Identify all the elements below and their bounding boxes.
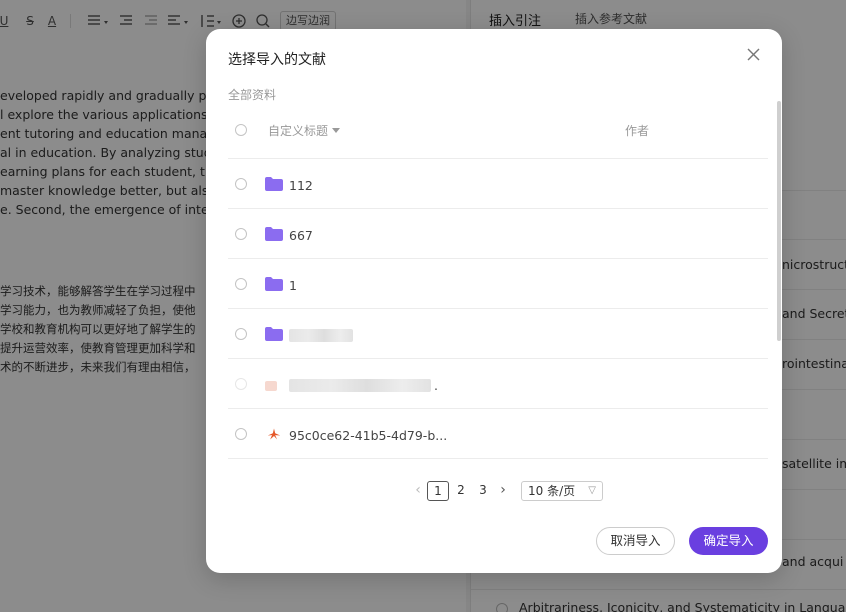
list-item[interactable] <box>228 309 768 359</box>
select-all-radio[interactable] <box>235 124 247 136</box>
redacted-name <box>289 379 431 392</box>
item-name: 112 <box>289 178 313 193</box>
list-item[interactable]: 667 <box>228 209 768 259</box>
item-name: . <box>434 378 438 393</box>
item-name: 1 <box>289 278 297 293</box>
cancel-import-button[interactable]: 取消导入 <box>596 527 675 555</box>
list-scrollbar[interactable] <box>777 101 781 341</box>
list-header: 自定义标题 作者 <box>228 109 768 159</box>
column-author: 作者 <box>625 124 650 138</box>
page-size-select[interactable]: 10 条/页 ▽ <box>521 481 603 501</box>
prev-page-icon[interactable]: ‹ <box>411 481 425 501</box>
item-name: 667 <box>289 228 313 243</box>
close-icon[interactable] <box>742 43 766 67</box>
folder-icon <box>265 177 283 191</box>
row-radio[interactable] <box>235 378 247 390</box>
page-3[interactable]: 3 <box>476 481 490 501</box>
row-radio[interactable] <box>235 278 247 290</box>
page-size-value: 10 条/页 <box>528 484 576 498</box>
folder-icon <box>265 327 283 341</box>
row-radio[interactable] <box>235 328 247 340</box>
import-references-dialog: 选择导入的文献 全部资料 自定义标题 作者 112 667 1 . 95c0ce… <box>206 29 782 573</box>
close-button[interactable] <box>742 43 766 67</box>
list-item[interactable]: . <box>228 359 768 409</box>
list-item[interactable]: 95c0ce62-41b5-4d79-b... <box>228 409 768 459</box>
folder-icon <box>265 227 283 241</box>
row-radio[interactable] <box>235 228 247 240</box>
row-radio[interactable] <box>235 178 247 190</box>
redacted-name <box>289 329 353 342</box>
chevron-down-icon: ▽ <box>588 485 596 496</box>
column-title-sort[interactable]: 自定义标题 <box>268 122 341 139</box>
file-icon <box>265 381 277 391</box>
list-item[interactable]: 1 <box>228 259 768 309</box>
next-page-icon[interactable]: › <box>496 481 510 501</box>
folder-icon <box>265 277 283 291</box>
row-radio[interactable] <box>235 428 247 440</box>
breadcrumb[interactable]: 全部资料 <box>228 86 276 103</box>
item-name: 95c0ce62-41b5-4d79-b... <box>289 428 448 443</box>
pdf-icon <box>267 428 281 440</box>
list-item[interactable]: 112 <box>228 159 768 209</box>
confirm-import-button[interactable]: 确定导入 <box>689 527 768 555</box>
dialog-title: 选择导入的文献 <box>228 52 326 68</box>
page-2[interactable]: 2 <box>454 481 468 501</box>
sort-caret-icon <box>332 128 341 133</box>
column-title-label: 自定义标题 <box>268 124 329 138</box>
pagination: ‹ 1 2 3 › 10 条/页 ▽ <box>206 481 782 503</box>
page-1[interactable]: 1 <box>427 481 449 501</box>
